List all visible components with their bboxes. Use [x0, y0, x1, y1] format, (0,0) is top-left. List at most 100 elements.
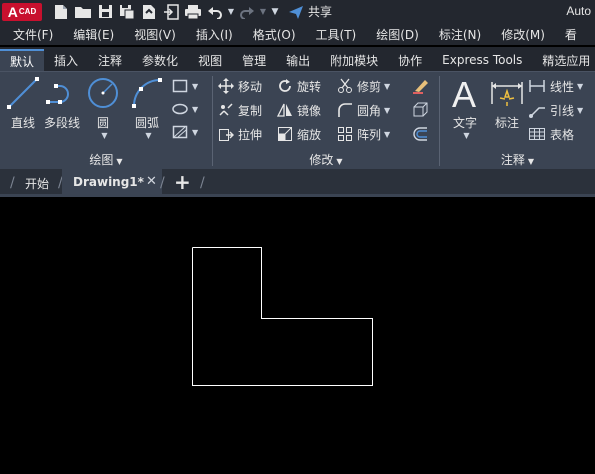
trim-button[interactable]: 修剪 ▼ — [337, 76, 390, 96]
menu-insert[interactable]: 插入(I) — [183, 26, 240, 43]
table-button[interactable]: 表格 — [528, 124, 574, 144]
linear-dimension-icon — [529, 80, 545, 92]
circle-tool-button[interactable]: 圆 ▼ — [86, 76, 120, 140]
share-button[interactable]: 共享 — [288, 3, 332, 20]
menu-modify[interactable]: 修改(M) — [488, 26, 552, 43]
new-file-icon[interactable] — [50, 2, 72, 22]
text-icon: A — [452, 76, 476, 110]
tab-view[interactable]: 视图 — [188, 49, 232, 71]
dimension-tool-button[interactable]: 标注 — [490, 76, 524, 131]
document-tab-bar: / 开始 / Drawing1* ✕ / + / — [0, 169, 595, 197]
fillet-button[interactable]: 圆角 ▼ — [337, 100, 390, 120]
menu-draw[interactable]: 绘图(D) — [363, 26, 426, 43]
scale-button[interactable]: 缩放 — [277, 124, 321, 144]
tab-featured-apps[interactable]: 精选应用 — [532, 49, 595, 71]
quick-access-toolbar: ▼ ▼ ▼ — [50, 2, 282, 22]
customize-toolbar-icon[interactable]: ▼ — [268, 2, 282, 22]
tab-default[interactable]: 默认 — [0, 49, 45, 71]
offset-button[interactable] — [412, 124, 434, 144]
undo-icon[interactable] — [204, 2, 226, 22]
polyline-icon — [46, 84, 69, 104]
explode-button[interactable] — [412, 100, 434, 120]
menu-overflow[interactable]: 看 — [552, 26, 584, 43]
menu-tools[interactable]: 工具(T) — [303, 26, 364, 43]
menu-view[interactable]: 视图(V) — [121, 26, 183, 43]
table-icon — [529, 128, 545, 140]
open-folder-icon[interactable] — [72, 2, 94, 22]
array-button[interactable]: 阵列 ▼ — [337, 124, 390, 144]
annotation-panel: A 文字 ▼ 标注 线性 ▼ 引线 ▼ 表格 注释 ▼ — [440, 72, 595, 170]
redo-dropdown-icon[interactable]: ▼ — [258, 2, 268, 22]
trim-icon — [338, 78, 352, 93]
arc-tool-button[interactable]: 圆弧 ▼ — [130, 76, 164, 140]
text-tool-button[interactable]: A 文字 ▼ — [450, 76, 480, 140]
tab-output[interactable]: 输出 — [276, 49, 320, 71]
tab-manage[interactable]: 管理 — [232, 49, 276, 71]
copy-button[interactable]: 复制 — [218, 100, 262, 120]
redo-icon[interactable] — [236, 2, 258, 22]
tab-start[interactable]: 开始 — [25, 175, 49, 192]
mirror-button[interactable]: 镜像 — [277, 100, 321, 120]
annotation-panel-label[interactable]: 注释 ▼ — [440, 151, 595, 168]
save-icon[interactable] — [94, 2, 116, 22]
ellipse-icon — [172, 103, 188, 115]
tab-insert[interactable]: 插入 — [44, 49, 88, 71]
ribbon-tab-bar: 默认 插入 注释 参数化 视图 管理 输出 附加模块 协作 Express To… — [0, 47, 595, 71]
rectangle-tool-button[interactable]: ▼ — [172, 76, 198, 96]
rotate-button[interactable]: 旋转 — [277, 76, 321, 96]
mirror-icon — [277, 103, 292, 117]
tab-addins[interactable]: 附加模块 — [320, 49, 388, 71]
menu-format[interactable]: 格式(O) — [240, 26, 303, 43]
dimension-icon — [491, 82, 523, 106]
leader-button[interactable]: 引线 ▼ — [528, 100, 583, 120]
share-icon — [289, 5, 303, 19]
eraser-icon — [413, 80, 428, 94]
line-tool-button[interactable]: 直线 — [6, 76, 40, 131]
drawing-svg — [192, 247, 373, 386]
svg-text:A: A — [452, 76, 476, 110]
save-as-icon[interactable] — [116, 2, 138, 22]
import-icon[interactable] — [160, 2, 182, 22]
array-icon — [338, 127, 352, 141]
undo-dropdown-icon[interactable]: ▼ — [226, 2, 236, 22]
tab-annotate[interactable]: 注释 — [88, 49, 132, 71]
leader-icon — [529, 107, 545, 118]
new-tab-plus-icon[interactable]: + — [174, 170, 191, 194]
polyline-tool-button[interactable]: 多段线 — [44, 76, 80, 131]
draw-panel: 直线 多段线 圆 ▼ 圆弧 ▼ ▼ ▼ ▼ 绘图 ▼ — [0, 72, 212, 170]
arc-icon — [132, 78, 162, 108]
modify-panel-label[interactable]: 修改 ▼ — [213, 151, 439, 168]
hatch-tool-button[interactable]: ▼ — [172, 122, 198, 142]
line-icon — [7, 77, 39, 109]
ribbon-panel: 直线 多段线 圆 ▼ 圆弧 ▼ ▼ ▼ ▼ 绘图 ▼ 移动 旋转 修剪 ▼ 复制… — [0, 71, 595, 169]
tab-express-tools[interactable]: Express Tools — [432, 49, 532, 71]
l-shape-polyline[interactable] — [192, 247, 373, 386]
scale-icon — [278, 127, 292, 141]
title-bar: A CAD ▼ ▼ ▼ 共享 Auto — [0, 0, 595, 23]
menu-edit[interactable]: 编辑(E) — [60, 26, 121, 43]
tab-collaborate[interactable]: 协作 — [388, 49, 432, 71]
move-icon — [218, 78, 234, 94]
copy-icon — [219, 103, 233, 116]
rotate-icon — [279, 79, 291, 92]
tab-parametric[interactable]: 参数化 — [132, 49, 188, 71]
linear-dimension-button[interactable]: 线性 ▼ — [528, 76, 583, 96]
window-title: Auto — [566, 4, 591, 18]
explode-icon — [413, 102, 428, 117]
print-icon[interactable] — [182, 2, 204, 22]
drawing-canvas[interactable] — [0, 197, 595, 474]
cloud-open-icon[interactable] — [138, 2, 160, 22]
draw-panel-label[interactable]: 绘图 ▼ — [0, 151, 212, 168]
erase-button[interactable] — [412, 76, 434, 96]
app-logo[interactable]: A CAD — [2, 2, 42, 21]
rectangle-icon — [172, 79, 188, 93]
fillet-icon — [338, 103, 352, 117]
ellipse-tool-button[interactable]: ▼ — [172, 99, 198, 119]
menu-dimension[interactable]: 标注(N) — [426, 26, 488, 43]
menu-bar: 文件(F) 编辑(E) 视图(V) 插入(I) 格式(O) 工具(T) 绘图(D… — [0, 23, 595, 45]
menu-file[interactable]: 文件(F) — [0, 26, 60, 43]
move-button[interactable]: 移动 — [218, 76, 262, 96]
offset-icon — [413, 127, 427, 141]
stretch-button[interactable]: 拉伸 — [218, 124, 262, 144]
close-tab-icon[interactable]: ✕ — [146, 174, 157, 189]
